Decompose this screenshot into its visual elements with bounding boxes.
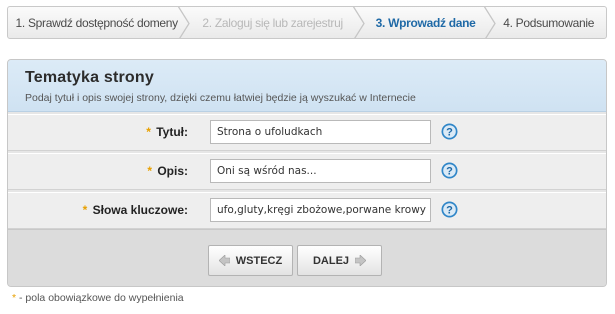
- help-icon[interactable]: ?: [441, 123, 458, 140]
- title-input[interactable]: [210, 120, 431, 144]
- keywords-label: * Słowa kluczowe:: [83, 203, 188, 217]
- panel-header: Tematyka strony Podaj tytuł i opis swoje…: [8, 60, 606, 112]
- form-row-keywords: * Słowa kluczowe: ?: [8, 192, 606, 229]
- step-label: 4. Podsumowanie: [503, 15, 595, 30]
- description-input[interactable]: [210, 159, 431, 183]
- svg-text:?: ?: [446, 205, 453, 217]
- back-button[interactable]: WSTECZ: [208, 245, 293, 276]
- step-label: 1. Sprawdź dostępność domeny: [15, 15, 179, 30]
- step-summary: 4. Podsumowanie: [491, 7, 606, 38]
- help-icon[interactable]: ?: [441, 201, 458, 218]
- required-mark: *: [146, 125, 151, 139]
- step-label: 2. Zaloguj się lub zarejestruj: [202, 15, 343, 30]
- arrow-left-icon: [218, 255, 230, 266]
- description-label-text: Opis:: [157, 164, 188, 178]
- description-label: * Opis:: [147, 164, 188, 178]
- back-button-label: WSTECZ: [235, 254, 283, 267]
- title-label-text: Tytuł:: [156, 125, 188, 139]
- next-button[interactable]: DALEJ: [297, 245, 382, 276]
- step-enter-data: 3. Wprowadź dane: [360, 7, 497, 38]
- checkout-steps: 1. Sprawdź dostępność domeny 2. Zaloguj …: [7, 6, 607, 39]
- step-separator-icon: [352, 7, 365, 38]
- step-separator-icon: [484, 7, 497, 38]
- site-topic-panel: Tematyka strony Podaj tytuł i opis swoje…: [7, 59, 607, 287]
- form-row-description: * Opis: ?: [8, 153, 606, 190]
- keywords-label-text: Słowa kluczowe:: [92, 203, 188, 217]
- panel-title: Tematyka strony: [25, 69, 154, 86]
- next-button-label: DALEJ: [312, 254, 350, 267]
- panel-subtitle: Podaj tytuł i opis swojej strony, dzięki…: [25, 92, 416, 104]
- form-actions: WSTECZ DALEJ: [8, 229, 606, 286]
- step-login: 2. Zaloguj się lub zarejestruj: [185, 7, 365, 38]
- required-fields-note: * - pola obowiązkowe do wypełnienia: [12, 292, 184, 304]
- required-mark: *: [147, 164, 152, 178]
- svg-text:?: ?: [446, 127, 453, 139]
- form-row-title: * Tytuł: ?: [8, 114, 606, 151]
- step-label: 3. Wprowadź dane: [375, 15, 476, 30]
- svg-text:?: ?: [446, 166, 453, 178]
- required-note-text: - pola obowiązkowe do wypełnienia: [16, 292, 184, 304]
- required-mark: *: [82, 203, 88, 217]
- title-label: * Tytuł:: [146, 125, 188, 139]
- step-separator-icon: [178, 7, 191, 38]
- step-check-domain[interactable]: 1. Sprawdź dostępność domeny: [8, 7, 191, 38]
- arrow-right-icon: [355, 255, 367, 266]
- keywords-input[interactable]: [210, 198, 431, 222]
- help-icon[interactable]: ?: [441, 162, 458, 179]
